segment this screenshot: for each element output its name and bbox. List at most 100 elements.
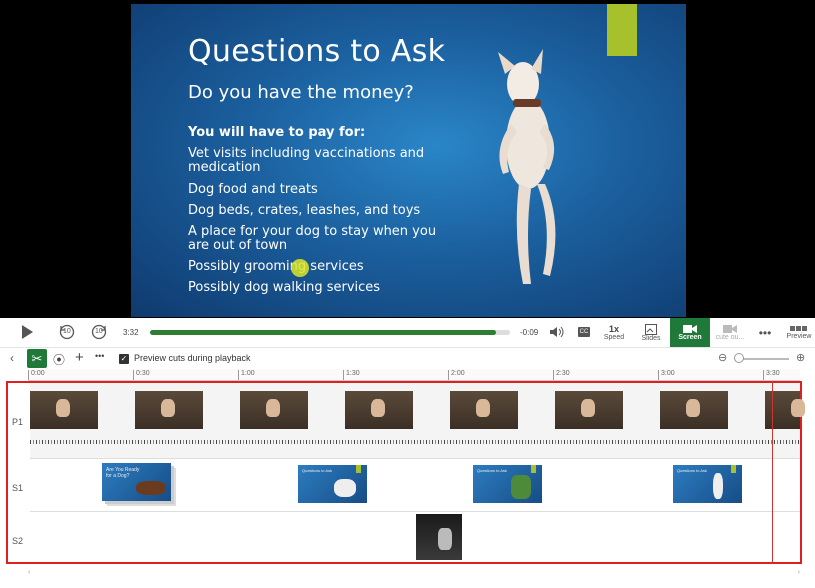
forward-amount: 10	[95, 328, 103, 335]
scissors-icon: ✂	[31, 350, 43, 366]
video-thumbnail[interactable]	[660, 391, 728, 429]
collapse-chevron-icon[interactable]: ‹	[10, 351, 14, 365]
slide-clip-accent	[531, 465, 536, 473]
ruler-tick: 1:30	[343, 370, 360, 380]
scroll-left-icon[interactable]: ‹	[28, 569, 30, 576]
dog-thumbnail-image	[511, 475, 531, 499]
zoom-slider-knob[interactable]	[734, 353, 744, 363]
timeline-tracks: P1 S1 S2 Are You Ready for a Dog? Questi…	[6, 381, 805, 564]
slides-tab[interactable]: Slides	[635, 318, 667, 347]
zoom-in-icon[interactable]: ⊕	[796, 351, 805, 364]
slide-clip[interactable]: Questions to Ask	[473, 465, 542, 503]
forward-10-button[interactable]: 10	[90, 322, 108, 342]
add-icon[interactable]: +	[75, 349, 84, 366]
more-tools-icon[interactable]: •••	[95, 351, 104, 361]
timeline-scrollbar[interactable]: ‹ ›	[28, 569, 800, 579]
dog-thumbnail-image	[334, 479, 356, 497]
track-s2[interactable]	[30, 512, 800, 562]
speed-button[interactable]: 1x Speed	[598, 318, 630, 347]
ruler-tick: 0:30	[133, 370, 150, 380]
screen-tab[interactable]: Screen	[670, 318, 710, 347]
slide-clip-accent	[731, 465, 736, 473]
progress-fill	[150, 330, 496, 335]
slide-bullet: Dog food and treats	[188, 182, 318, 197]
audio-waveform	[30, 436, 800, 448]
camera-icon	[683, 325, 697, 333]
ruler-tick: 1:00	[238, 370, 255, 380]
preview-cuts-label: Preview cuts during playback	[134, 353, 251, 363]
speed-value: 1x	[608, 324, 619, 334]
cut-tool-button[interactable]: ✂	[27, 349, 47, 368]
more-icon: •••	[758, 325, 772, 340]
slide-title: Questions to Ask	[188, 34, 446, 69]
slide-clip-title: Questions to Ask	[302, 468, 333, 473]
dog-image	[498, 49, 556, 284]
preview-tab[interactable]: Preview	[783, 318, 815, 347]
captions-button[interactable]: CC	[576, 322, 592, 342]
camera-icon	[723, 325, 737, 333]
play-button[interactable]	[20, 322, 34, 342]
progress-bar[interactable]	[150, 330, 510, 335]
slide-subtitle: Do you have the money?	[188, 82, 414, 103]
slide-bullet: Possibly dog walking services	[188, 280, 381, 295]
slide-bullet: Dog beds, crates, leashes, and toys	[188, 203, 421, 218]
video-thumbnail[interactable]	[555, 391, 623, 429]
focus-icon[interactable]: ⦿	[53, 351, 65, 368]
volume-icon	[550, 326, 564, 338]
video-thumbnail[interactable]	[240, 391, 308, 429]
video-clip[interactable]	[416, 514, 462, 560]
scroll-right-icon[interactable]: ›	[798, 569, 800, 576]
ruler-tick: 2:30	[553, 370, 570, 380]
cursor-highlight	[291, 259, 309, 277]
ruler-tick: 3:00	[658, 370, 675, 380]
rewind-amount: 10	[63, 328, 71, 335]
video-thumbnail[interactable]	[765, 391, 805, 429]
cc-icon: CC	[577, 327, 591, 337]
track-label-s2: S2	[12, 536, 24, 546]
video-thumbnail[interactable]	[345, 391, 413, 429]
cute-label: cute ou...	[715, 334, 745, 341]
speed-label: Speed	[603, 334, 625, 341]
remaining-time: -0:09	[520, 328, 539, 337]
slide-bold-line: You will have to pay for:	[188, 125, 366, 140]
more-options-button[interactable]: •••	[755, 318, 775, 347]
video-thumbnail[interactable]	[450, 391, 518, 429]
edit-toolbar: ‹ ✂ ⦿ + ••• ✓ Preview cuts during playba…	[0, 347, 815, 369]
slide-preview: Questions to Ask Do you have the money? …	[131, 4, 686, 317]
slide-clip[interactable]: Questions to Ask	[298, 465, 367, 503]
cute-tab[interactable]: cute ou...	[712, 318, 748, 347]
zoom-out-icon[interactable]: ⊖	[718, 351, 727, 364]
track-s1[interactable]: Are You Ready for a Dog? Questions to As…	[30, 459, 800, 512]
preview-cuts-checkbox[interactable]: ✓	[119, 354, 129, 364]
volume-button[interactable]	[548, 322, 566, 342]
player-controls: 10 10 3:32 -0:09 CC 1x Speed Slides Scre…	[0, 318, 815, 347]
preview-label: Preview	[786, 333, 812, 340]
rewind-10-button[interactable]: 10	[58, 322, 76, 342]
slides-icon	[645, 323, 657, 335]
dog-thumbnail-image	[136, 481, 166, 495]
dog-thumbnail-image	[713, 473, 723, 499]
track-label-s1: S1	[12, 483, 24, 493]
slide-bullet: Possibly grooming services	[188, 259, 364, 274]
play-icon	[22, 325, 33, 339]
slide-clip-title: Questions to Ask	[477, 468, 508, 473]
dog-thumbnail-image	[438, 528, 452, 550]
slide-bullet: Vet visits including vaccinations and me…	[188, 146, 425, 175]
preview-icon	[790, 326, 807, 331]
track-p1[interactable]	[30, 383, 805, 459]
slide-bullet: A place for your dog to stay when you ar…	[188, 224, 437, 253]
slide-clip[interactable]: Are You Ready for a Dog?	[102, 463, 171, 501]
video-thumbnail[interactable]	[30, 391, 98, 429]
timeline-ruler[interactable]: 0:00 0:30 1:00 1:30 2:00 2:30 3:00 3:30	[28, 369, 800, 381]
ruler-tick: 2:00	[448, 370, 465, 380]
slides-label: Slides	[641, 334, 661, 342]
playhead[interactable]	[772, 381, 773, 564]
slide-clip-title: Are You Ready for a Dog?	[106, 467, 140, 479]
screen-label: Screen	[678, 334, 702, 341]
ruler-tick: 3:30	[763, 370, 780, 380]
slide-clip[interactable]: Questions to Ask	[673, 465, 742, 503]
slide-clip-title: Questions to Ask	[677, 468, 708, 473]
ruler-tick: 0:00	[28, 370, 45, 380]
elapsed-time: 3:32	[123, 328, 139, 337]
video-thumbnail[interactable]	[135, 391, 203, 429]
